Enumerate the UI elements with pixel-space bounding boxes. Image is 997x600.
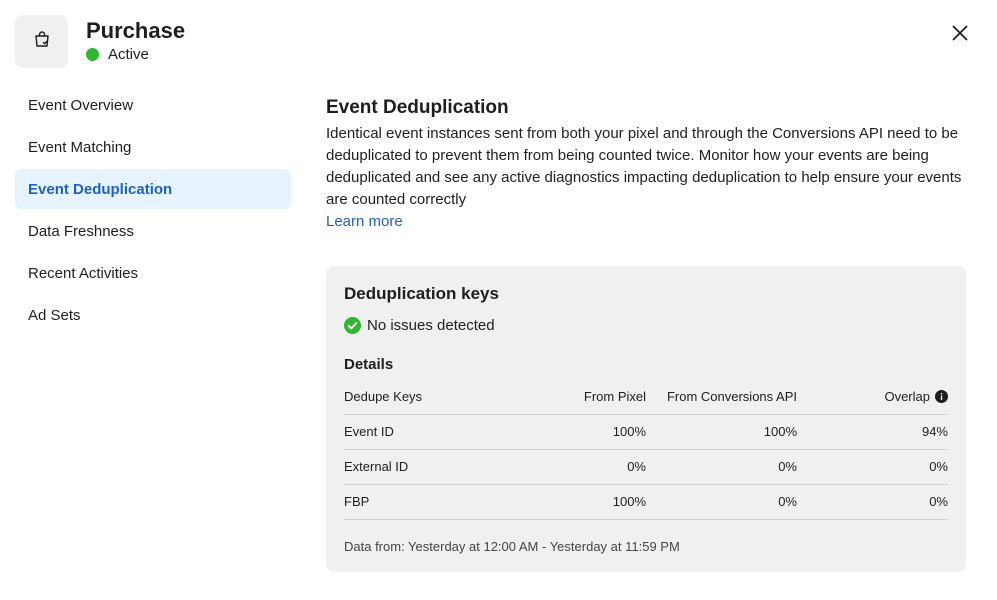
cell-from-pixel: 0%: [474, 449, 646, 485]
info-icon[interactable]: [935, 389, 948, 403]
table-row: FBP 100% 0% 0%: [344, 484, 948, 520]
sidebar-item-recent-activities[interactable]: Recent Activities: [15, 253, 291, 293]
section-description: Identical event instances sent from both…: [326, 125, 962, 208]
event-status: Active: [86, 46, 149, 63]
column-header-from-conversions-api: From Conversions API: [646, 379, 797, 415]
shopping-bag-icon: [32, 29, 52, 54]
table-header-row: Dedupe Keys From Pixel From Conversions …: [344, 379, 948, 415]
status-dot: [86, 48, 99, 61]
status-text: Active: [108, 46, 149, 63]
cell-dedupe-key: External ID: [344, 449, 474, 485]
column-header-overlap: Overlap: [797, 379, 948, 415]
check-circle-icon: [344, 316, 361, 334]
cell-overlap: 0%: [797, 449, 948, 485]
table-row: External ID 0% 0% 0%: [344, 449, 948, 485]
details-heading: Details: [344, 356, 394, 373]
cell-dedupe-key: FBP: [344, 484, 474, 520]
data-range-note: Data from: Yesterday at 12:00 AM - Yeste…: [344, 538, 680, 554]
column-header-from-pixel: From Pixel: [474, 379, 646, 415]
cell-from-conversions-api: 100%: [646, 414, 797, 450]
column-header-dedupe-keys: Dedupe Keys: [344, 379, 474, 415]
page-title: Purchase: [86, 18, 186, 43]
cell-from-conversions-api: 0%: [646, 449, 797, 485]
sidebar-item-data-freshness[interactable]: Data Freshness: [15, 211, 291, 251]
event-details-dialog: Purchase Active Event Overview Event Mat…: [0, 0, 997, 600]
close-icon: [952, 25, 968, 46]
sidebar-nav: Event Overview Event Matching Event Dedu…: [15, 85, 291, 337]
table-row: Event ID 100% 100% 94%: [344, 414, 948, 450]
sidebar-item-event-deduplication[interactable]: Event Deduplication: [15, 169, 291, 209]
cell-from-pixel: 100%: [474, 484, 646, 520]
cell-from-conversions-api: 0%: [646, 484, 797, 520]
event-icon-box: [15, 15, 68, 68]
overlap-header-label: Overlap: [884, 388, 930, 404]
cell-overlap: 0%: [797, 484, 948, 520]
cell-from-pixel: 100%: [474, 414, 646, 450]
sidebar-item-event-matching[interactable]: Event Matching: [15, 127, 291, 167]
sidebar-item-event-overview[interactable]: Event Overview: [15, 85, 291, 125]
issues-status-text: No issues detected: [367, 316, 495, 334]
issues-status: No issues detected: [344, 315, 948, 335]
section-title: Event Deduplication: [326, 97, 509, 118]
card-title: Deduplication keys: [344, 284, 499, 303]
cell-overlap: 94%: [797, 414, 948, 450]
learn-more-link[interactable]: Learn more: [326, 211, 966, 233]
cell-dedupe-key: Event ID: [344, 414, 474, 450]
sidebar-item-ad-sets[interactable]: Ad Sets: [15, 295, 291, 335]
close-button[interactable]: [948, 23, 972, 47]
deduplication-keys-card: Deduplication keys No issues detected De…: [326, 266, 966, 572]
main-content: Event Deduplication Identical event inst…: [326, 96, 966, 233]
dedupe-keys-table: Dedupe Keys From Pixel From Conversions …: [344, 379, 948, 520]
